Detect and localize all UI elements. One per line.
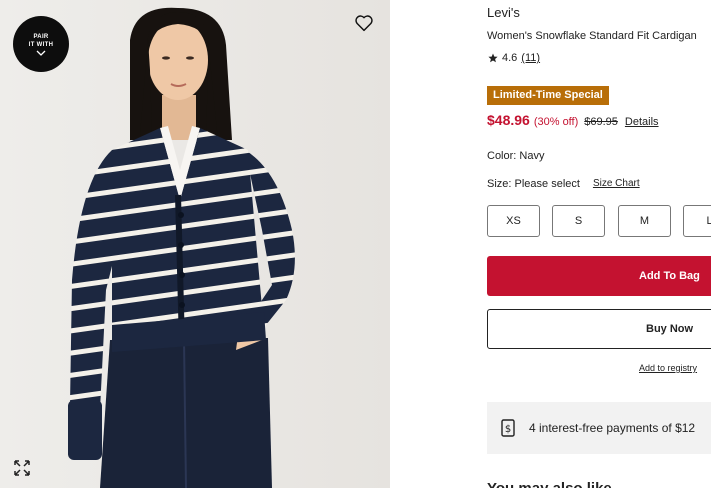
size-selector: XS S M L <box>487 205 711 237</box>
brand-name[interactable]: Levi's <box>487 5 520 20</box>
promo-badge: Limited-Time Special <box>487 86 609 105</box>
sale-price: $48.96 <box>487 112 530 128</box>
installment-text: 4 interest-free payments of $12 <box>529 421 696 435</box>
add-to-bag-button[interactable]: Add To Bag <box>487 256 711 296</box>
heart-outline-icon <box>355 15 373 32</box>
size-option-xs[interactable]: XS <box>487 205 540 237</box>
original-price: $69.95 <box>584 116 618 128</box>
discount-percent: (30% off) <box>533 116 579 128</box>
size-row: Size: Please select Size Chart <box>487 178 640 190</box>
product-photo <box>0 0 390 488</box>
price-details-link[interactable]: Details <box>625 116 659 128</box>
rating-summary[interactable]: 4.6 (11) <box>488 52 540 64</box>
dollar-receipt-icon: $ <box>501 419 515 437</box>
expand-arrows-icon[interactable] <box>12 458 32 478</box>
svg-text:$: $ <box>505 424 511 435</box>
add-to-registry-link[interactable]: Add to registry <box>639 363 697 373</box>
buy-now-button[interactable]: Buy Now <box>487 309 711 349</box>
color-label: Color: Navy <box>487 150 545 162</box>
pair-it-with-button[interactable]: PAIR IT WITH <box>13 16 69 72</box>
star-icon <box>488 53 498 63</box>
rating-value: 4.6 <box>502 52 518 64</box>
pair-it-with-label-line2: IT WITH <box>28 41 54 48</box>
size-label: Size: Please select <box>487 178 580 190</box>
wishlist-button[interactable] <box>352 12 376 34</box>
product-title: Women's Snowflake Standard Fit Cardigan <box>487 30 697 42</box>
installment-payments-banner[interactable]: $ 4 interest-free payments of $12 <box>487 402 711 454</box>
pair-it-with-label-line1: PAIR <box>33 33 49 40</box>
size-option-l[interactable]: L <box>683 205 711 237</box>
review-count-link[interactable]: (11) <box>521 52 540 64</box>
recommendations-heading: You may also like <box>487 480 612 488</box>
add-to-bag-label: Add To Bag <box>639 270 700 282</box>
size-option-m[interactable]: M <box>618 205 671 237</box>
buy-now-label: Buy Now <box>646 323 694 335</box>
chevron-down-icon <box>36 50 46 56</box>
size-option-s[interactable]: S <box>552 205 605 237</box>
price-row: $48.96 (30% off) $69.95 Details <box>487 112 659 128</box>
product-image-panel[interactable]: PAIR IT WITH <box>0 0 390 488</box>
size-chart-link[interactable]: Size Chart <box>593 178 640 190</box>
